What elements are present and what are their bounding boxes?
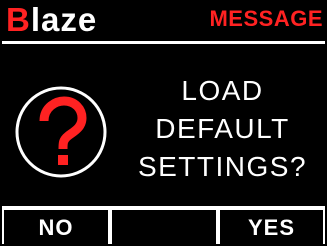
message-line-2: DEFAULT — [155, 113, 290, 144]
message-line-1: LOAD — [181, 75, 264, 106]
brand-name-rest: laze — [30, 1, 98, 38]
message-line-3: SETTINGS? — [137, 151, 308, 182]
dialog-message: LOAD DEFAULT SETTINGS? — [118, 72, 327, 186]
header-bar: Blaze MESSAGE — [0, 0, 327, 40]
question-mark-circle-icon — [12, 83, 110, 181]
yes-button[interactable]: YES — [220, 210, 323, 244]
softkey-bar: NO YES — [2, 206, 325, 244]
no-button[interactable]: NO — [4, 210, 108, 244]
header-divider — [2, 41, 325, 44]
device-screen: Blaze MESSAGE LOAD DEFAULT SETTINGS? NO … — [0, 0, 327, 246]
brand-logo: Blaze — [6, 1, 97, 39]
screen-title: MESSAGE — [209, 6, 323, 31]
blank-softkey[interactable] — [112, 210, 216, 244]
brand-initial: B — [6, 1, 31, 38]
